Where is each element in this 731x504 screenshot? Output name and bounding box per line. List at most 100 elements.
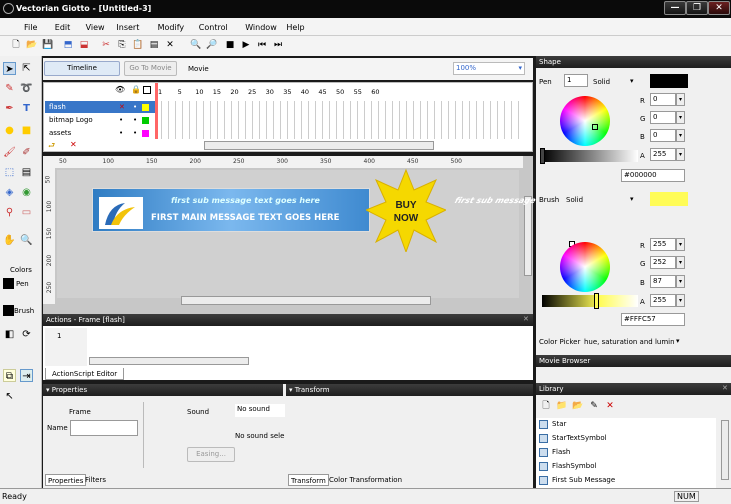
menu-modify[interactable]: Modify (158, 23, 185, 32)
library-close-icon[interactable]: ✕ (722, 384, 728, 392)
actions-hscroll[interactable] (89, 357, 249, 365)
hand-tool-icon[interactable]: ✋ (3, 234, 16, 247)
new-symbol-icon[interactable]: 🗋 (540, 400, 552, 412)
brush-style-select[interactable]: Solid (566, 196, 583, 204)
smooth-icon[interactable]: ⇥ (20, 369, 33, 382)
tab-actionscript-editor[interactable]: ActionScript Editor (45, 368, 125, 380)
library-item[interactable]: First Sub Message (539, 474, 615, 487)
gradient-tool-icon[interactable]: ◉ (20, 186, 33, 199)
pen-a-input[interactable]: 255 (650, 148, 676, 161)
stop-icon[interactable]: ■ (224, 39, 236, 51)
goto-movie-button[interactable]: Go To Movie (124, 61, 177, 76)
last-frame-icon[interactable]: ⏭ (272, 39, 284, 51)
pencil-icon[interactable]: ✎ (3, 82, 16, 95)
tab-filters[interactable]: Filters (83, 474, 108, 486)
rectangle-tool-icon[interactable]: ■ (20, 124, 33, 137)
eyedropper-icon[interactable]: ⚲ (3, 206, 16, 219)
pen-color-swatch[interactable] (3, 278, 14, 289)
brush-lightness-bar[interactable] (542, 295, 638, 307)
save-icon[interactable]: 💾 (42, 39, 54, 51)
easing-button[interactable]: Easing... (187, 447, 235, 462)
brush-b-input[interactable]: 87 (650, 275, 676, 288)
playhead[interactable] (155, 83, 158, 139)
copy-icon[interactable]: ⎘ (116, 39, 128, 51)
pen-tool-icon[interactable]: ✒ (3, 102, 16, 115)
add-layer-icon[interactable]: ⮐ (48, 140, 55, 154)
brush-lightness-slider[interactable] (594, 293, 599, 309)
library-item[interactable]: FlashSymbol (539, 460, 596, 473)
transform-tool-icon[interactable]: ⬚ (3, 166, 16, 179)
remove-layer-icon[interactable]: ✕ (70, 140, 77, 149)
frame-grid[interactable] (155, 101, 521, 139)
library-item[interactable]: StarTextSymbol (539, 432, 607, 445)
pen-r-input[interactable]: 0 (650, 93, 676, 106)
layer-row[interactable]: assets • • (45, 127, 155, 139)
stage-vscroll[interactable] (524, 196, 532, 276)
chevron-down-icon[interactable]: ▾ (676, 337, 680, 345)
ink-tool-icon[interactable]: ✐ (20, 146, 33, 159)
pen-width-input[interactable]: 1 (564, 74, 588, 87)
open-icon[interactable]: 📂 (26, 39, 38, 51)
delete-symbol-icon[interactable]: ✕ (604, 400, 616, 412)
stage-hscroll[interactable] (181, 296, 431, 305)
subselect-icon[interactable]: ⇱ (20, 62, 33, 75)
pen-color-preview[interactable] (650, 74, 688, 88)
play-icon[interactable]: ▶ (240, 39, 252, 51)
layer-row[interactable]: flash ✕ • (45, 101, 155, 113)
library-item[interactable]: Flash (539, 446, 570, 459)
straighten-icon[interactable]: ↖ (3, 390, 16, 403)
menu-help[interactable]: Help (286, 23, 304, 32)
menu-control[interactable]: Control (199, 23, 228, 32)
paste-icon[interactable]: 📋 (132, 39, 144, 51)
first-frame-icon[interactable]: ⏮ (256, 39, 268, 51)
pen-color-wheel[interactable] (560, 96, 610, 146)
pen-lightness-bar[interactable] (542, 150, 638, 162)
brush-color-swatch[interactable] (3, 305, 14, 316)
library-item[interactable]: Star (539, 418, 566, 431)
text-tool-icon[interactable]: T (20, 102, 33, 115)
close-button[interactable]: ✕ (708, 1, 730, 15)
library-vscroll[interactable] (721, 420, 729, 480)
actions-close-icon[interactable]: ✕ (523, 315, 529, 323)
menu-file[interactable]: File (24, 23, 37, 32)
restore-button[interactable]: ❐ (686, 1, 708, 15)
brush-color-wheel[interactable] (560, 242, 610, 292)
brush-r-input[interactable]: 255 (650, 238, 676, 251)
zoom-in-icon[interactable]: 🔍 (190, 39, 202, 51)
default-colors-icon[interactable]: ◧ (3, 328, 16, 341)
brush-tool-icon[interactable]: 🖌 (3, 146, 16, 159)
import-icon[interactable]: ⬒ (62, 39, 74, 51)
tab-transform[interactable]: Transform (288, 474, 329, 486)
paint-bucket-icon[interactable]: ◈ (3, 186, 16, 199)
pen-hex-input[interactable]: #000000 (621, 169, 685, 182)
tab-color-transformation[interactable]: Color Transformation (327, 474, 404, 486)
color-picker-select[interactable]: hue, saturation and lumin (584, 338, 674, 346)
paste-in-place-icon[interactable]: ▤ (148, 39, 160, 51)
properties-icon[interactable]: ✎ (588, 400, 600, 412)
lock-icon[interactable]: 🔒 (131, 85, 141, 94)
pen-g-input[interactable]: 0 (650, 111, 676, 124)
selection-arrow-icon[interactable]: ➤ (3, 62, 16, 75)
export-icon[interactable]: ⬓ (78, 39, 90, 51)
zoom-tool-icon[interactable]: 🔍 (20, 234, 33, 247)
delete-layer-icon[interactable]: ✕ (119, 101, 125, 113)
layer-row[interactable]: bitmap Logo • • (45, 114, 155, 126)
brush-hex-input[interactable]: #FFFC57 (621, 313, 685, 326)
brush-g-input[interactable]: 252 (650, 256, 676, 269)
tab-timeline[interactable]: Timeline (44, 61, 120, 76)
chevron-down-icon[interactable]: ▾ (630, 195, 634, 203)
brush-a-input[interactable]: 255 (650, 294, 676, 307)
zoom-select[interactable]: 100% ▾ (453, 62, 525, 75)
pen-b-input[interactable]: 0 (650, 129, 676, 142)
timeline-hscroll[interactable] (204, 141, 434, 150)
tab-properties[interactable]: Properties (45, 474, 87, 486)
sound-select[interactable]: No sound (235, 404, 285, 417)
banner-graphic[interactable]: first sub message text goes here FIRST M… (92, 188, 370, 232)
buy-now-star[interactable]: BUY NOW (366, 168, 446, 252)
ellipse-tool-icon[interactable]: ● (3, 124, 16, 137)
outline-icon[interactable] (143, 86, 151, 94)
minimize-button[interactable]: — (664, 1, 686, 15)
menu-edit[interactable]: Edit (55, 23, 71, 32)
swap-colors-icon[interactable]: ⟳ (20, 328, 33, 341)
new-folder-icon[interactable]: 📁 (556, 400, 568, 412)
